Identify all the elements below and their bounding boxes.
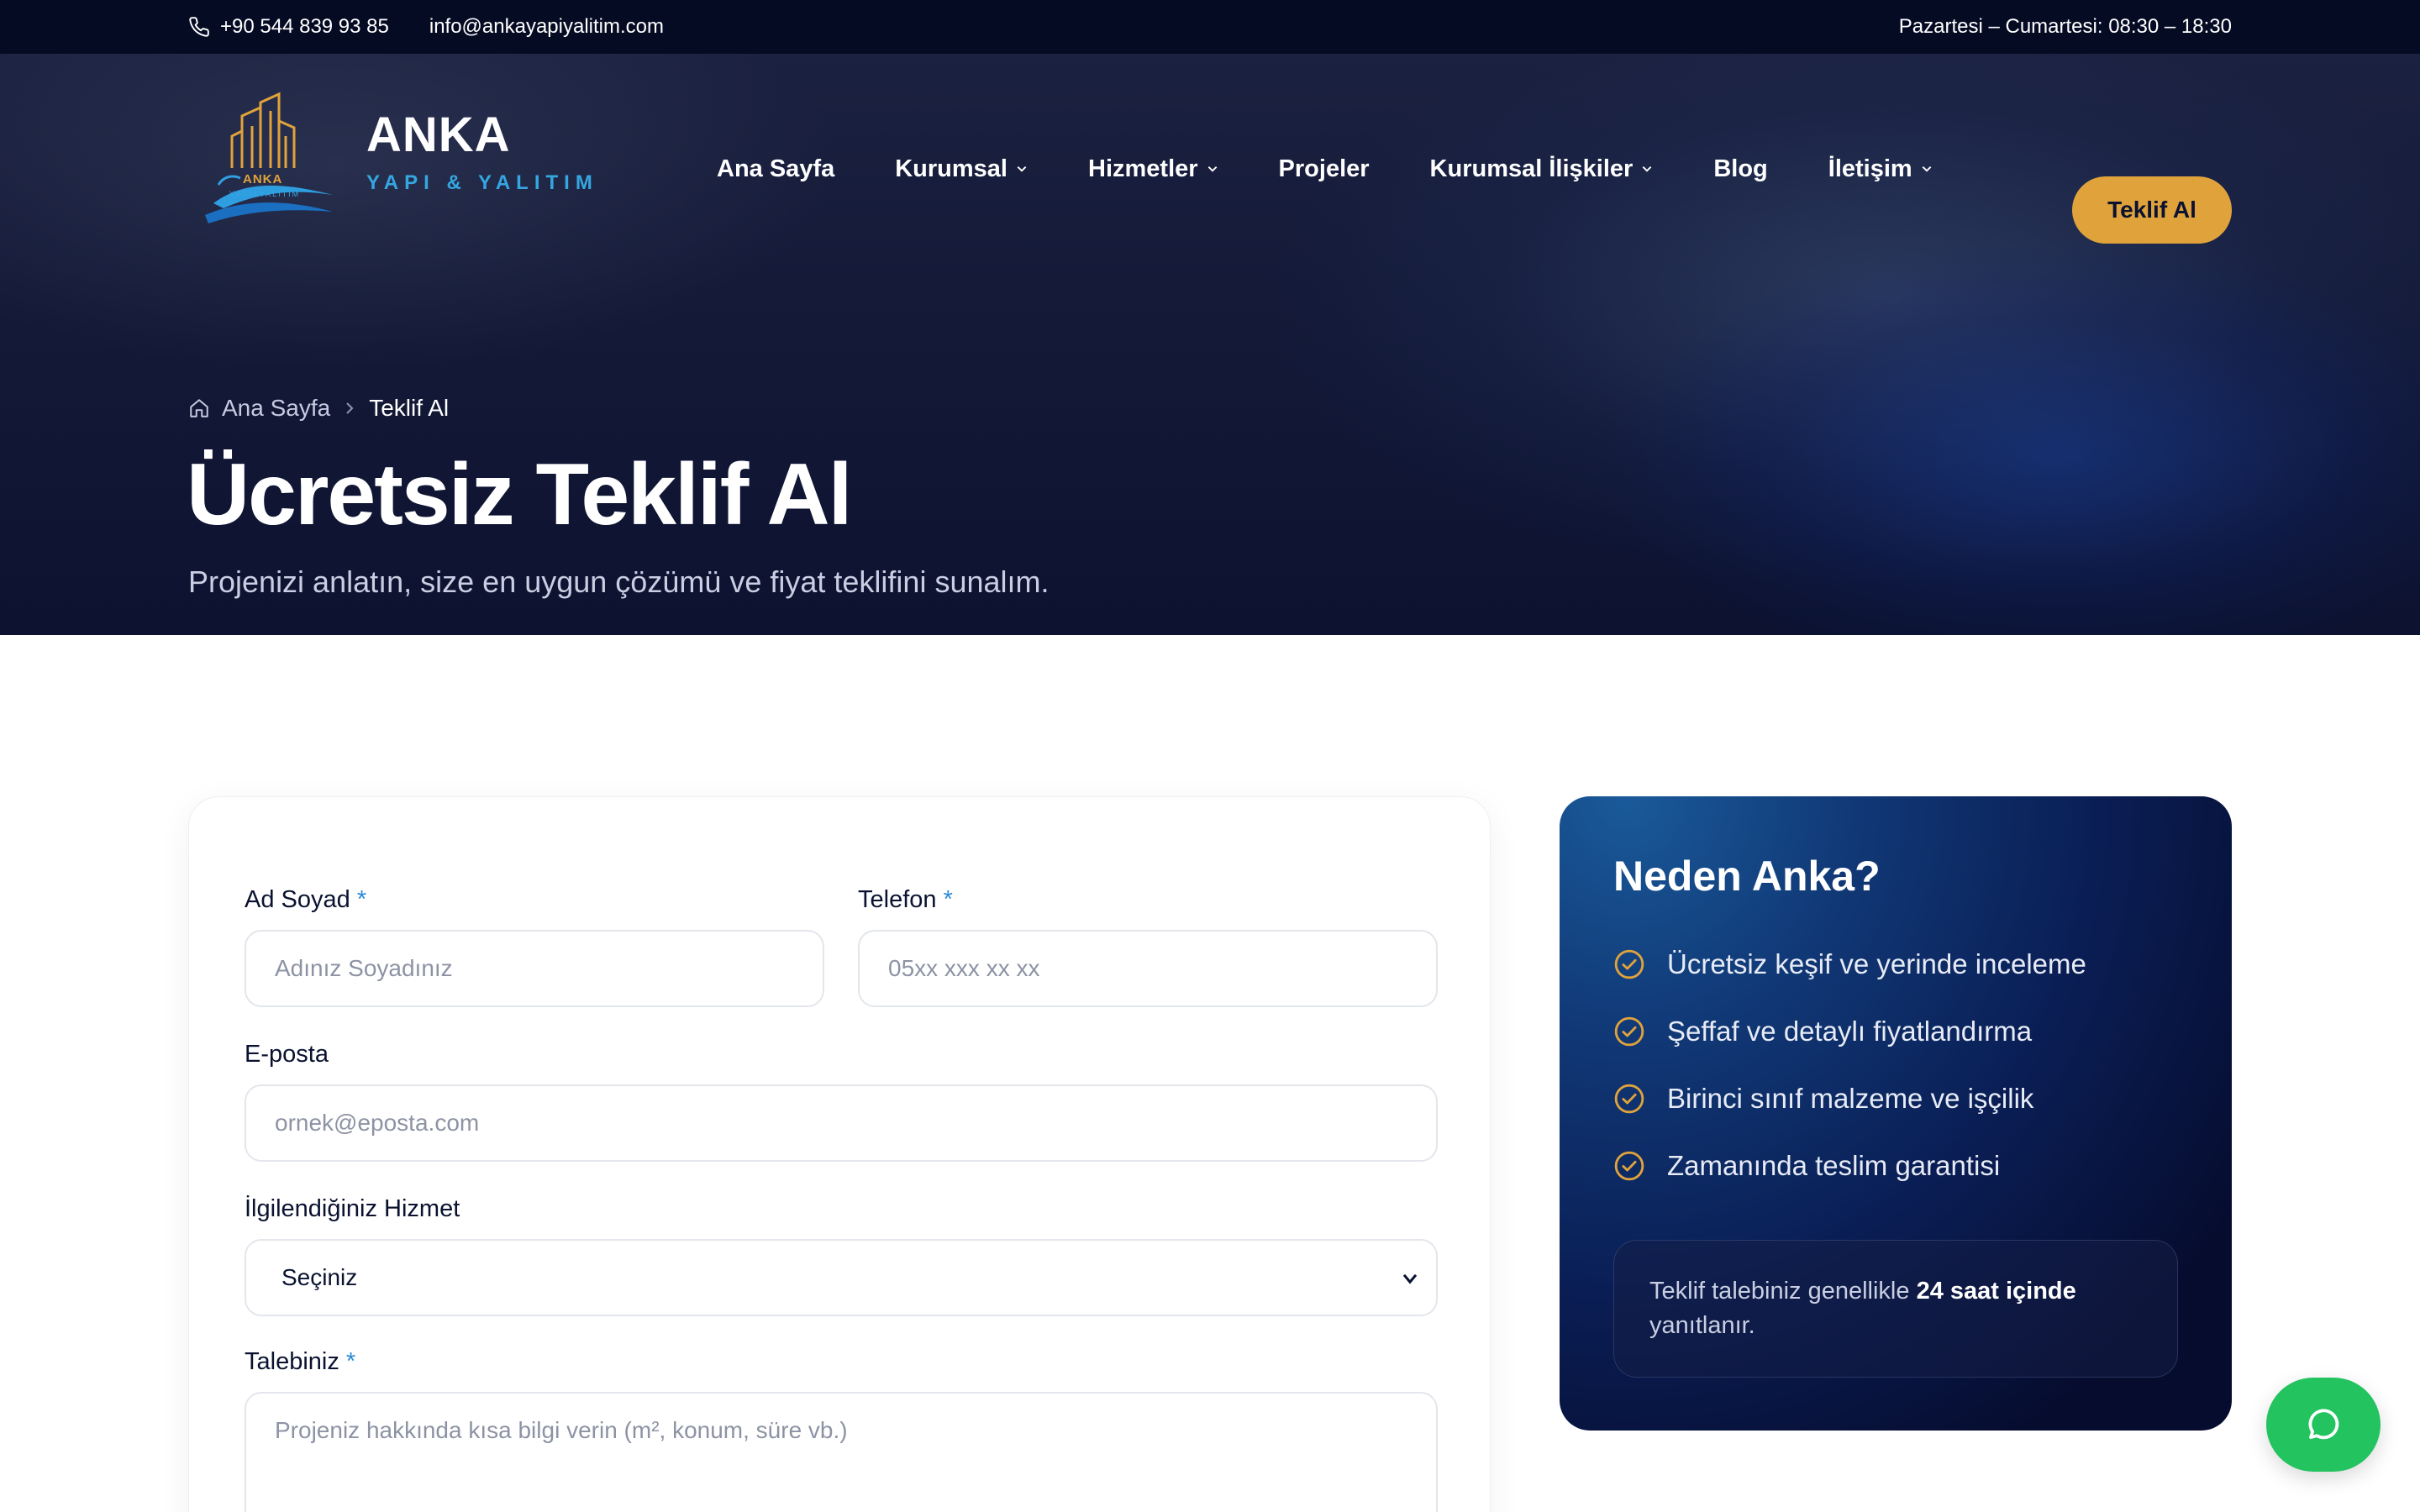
- page-title: Ücretsiz Teklif Al: [187, 446, 852, 543]
- why-title: Neden Anka?: [1613, 853, 1881, 900]
- check-circle-icon: [1614, 949, 1644, 979]
- phone-label: Telefon *: [858, 886, 953, 914]
- benefit-item: Zamanında teslim garantisi: [1613, 1132, 2086, 1200]
- topbar-phone-text: +90 544 839 93 85: [220, 15, 389, 38]
- service-select[interactable]: Seçiniz: [245, 1239, 1438, 1316]
- nav-item-label: Projeler: [1278, 155, 1370, 182]
- top-bar: +90 544 839 93 85 info@ankayapiyalitim.c…: [0, 0, 2420, 54]
- hero-section: ANKA YAPI&YALITIM ANKA YAPI & YALITIM An…: [0, 54, 2420, 635]
- benefit-item: Birinci sınıf malzeme ve işçilik: [1613, 1065, 2086, 1132]
- teklif-al-button[interactable]: Teklif Al: [2072, 176, 2232, 244]
- chevron-down-icon: [1643, 166, 1652, 172]
- logo-tagline: YAPI & YALITIM: [366, 171, 598, 194]
- benefit-item: Ücretsiz keşif ve yerinde inceleme: [1613, 931, 2086, 998]
- request-textarea[interactable]: Projeniz hakkında kısa bilgi verin (m², …: [245, 1392, 1438, 1512]
- nav-item-label: Kurumsal İlişkiler: [1429, 155, 1634, 182]
- service-label: İlgilendiğiniz Hizmet: [245, 1195, 460, 1223]
- main-nav: Ana Sayfa Kurumsal Hizmetler Projeler Ku…: [717, 108, 1993, 230]
- nav-item-projeler[interactable]: Projeler: [1279, 155, 1370, 183]
- email-label: E-posta: [245, 1041, 329, 1068]
- chevron-right-icon: [346, 402, 354, 414]
- check-circle-icon: [1614, 1016, 1644, 1047]
- phone-placeholder: 05xx xxx xx xx: [888, 955, 1040, 981]
- chevron-down-icon: [1017, 166, 1027, 172]
- building-wave-icon: [205, 92, 333, 223]
- logo-emblem-text: ANKA: [243, 172, 283, 186]
- site-logo[interactable]: ANKA YAPI&YALITIM ANKA YAPI & YALITIM: [198, 77, 598, 228]
- response-time-note: Teklif talebiniz genellikle 24 saat için…: [1613, 1240, 2178, 1378]
- why-anka-card: Neden Anka? Ücretsiz keşif ve yerinde in…: [1560, 796, 2232, 1431]
- required-mark: *: [943, 886, 953, 913]
- logo-emblem: ANKA YAPI&YALITIM: [198, 77, 333, 228]
- topbar-phone[interactable]: +90 544 839 93 85: [188, 15, 389, 39]
- email-input[interactable]: ornek@eposta.com: [245, 1084, 1438, 1162]
- benefit-list: Ücretsiz keşif ve yerinde inceleme Şeffa…: [1613, 931, 2086, 1200]
- name-input[interactable]: Adınız Soyadınız: [245, 930, 824, 1007]
- chevron-down-icon: [1922, 166, 1932, 172]
- phone-label-text: Telefon: [858, 886, 937, 913]
- topbar-email[interactable]: info@ankayapiyalitim.com: [429, 15, 664, 39]
- page-subtitle: Projenizi anlatın, size en uygun çözümü …: [188, 564, 1050, 599]
- nav-item-ana-sayfa[interactable]: Ana Sayfa: [717, 155, 834, 183]
- benefit-text: Zamanında teslim garantisi: [1667, 1150, 2001, 1181]
- name-label-text: Ad Soyad: [245, 886, 350, 913]
- breadcrumb-current: Teklif Al: [369, 395, 450, 421]
- nav-item-blog[interactable]: Blog: [1713, 155, 1767, 183]
- nav-item-label: Hizmetler: [1088, 155, 1198, 182]
- chat-bubble-icon: [2308, 1409, 2339, 1440]
- breadcrumb-home-link[interactable]: Ana Sayfa: [222, 395, 330, 422]
- benefit-item: Şeffaf ve detaylı fiyatlandırma: [1613, 998, 2086, 1065]
- note-highlight: 24 saat içinde: [1916, 1278, 2076, 1305]
- nav-item-kurumsal-iliskiler[interactable]: Kurumsal İlişkiler: [1430, 155, 1654, 183]
- chevron-down-icon: [1402, 1273, 1418, 1284]
- whatsapp-chat-button[interactable]: [2266, 1378, 2381, 1472]
- nav-item-label: İletişim: [1828, 155, 1912, 182]
- service-label-text: İlgilendiğiniz Hizmet: [245, 1195, 460, 1222]
- benefit-text: Birinci sınıf malzeme ve işçilik: [1667, 1083, 2034, 1114]
- required-mark: *: [345, 1348, 356, 1375]
- nav-item-hizmetler[interactable]: Hizmetler: [1088, 155, 1218, 183]
- required-mark: *: [356, 886, 367, 913]
- benefit-text: Şeffaf ve detaylı fiyatlandırma: [1667, 1016, 2033, 1047]
- phone-icon: [189, 17, 209, 37]
- email-label-text: E-posta: [245, 1041, 329, 1068]
- note-prefix: Teklif talebiniz genellikle: [1649, 1278, 1910, 1305]
- nav-item-label: Blog: [1713, 155, 1768, 182]
- topbar-email-text: info@ankayapiyalitim.com: [429, 15, 664, 38]
- home-icon: [190, 399, 208, 417]
- check-circle-icon: [1614, 1084, 1644, 1114]
- name-label: Ad Soyad *: [245, 886, 366, 914]
- nav-item-label: Ana Sayfa: [717, 155, 835, 182]
- logo-text: ANKA YAPI & YALITIM: [366, 111, 598, 195]
- request-label: Talebiniz *: [245, 1348, 355, 1376]
- topbar-hours: Pazartesi – Cumartesi: 08:30 – 18:30: [1898, 15, 2232, 38]
- email-placeholder: ornek@eposta.com: [275, 1110, 480, 1136]
- check-circle-icon: [1614, 1151, 1644, 1181]
- nav-item-label: Kurumsal: [895, 155, 1007, 182]
- breadcrumb: Ana Sayfa Teklif Al: [188, 395, 449, 422]
- nav-item-iletisim[interactable]: İletişim: [1828, 155, 1933, 183]
- chevron-down-icon: [1207, 166, 1217, 172]
- logo-emblem-subtext: YAPI&YALITIM: [229, 190, 301, 198]
- request-label-text: Talebiniz: [245, 1348, 339, 1375]
- logo-name: ANKA: [366, 108, 511, 162]
- note-suffix: yanıtlanır.: [1649, 1311, 1755, 1339]
- phone-input[interactable]: 05xx xxx xx xx: [858, 930, 1438, 1007]
- benefit-text: Ücretsiz keşif ve yerinde inceleme: [1667, 948, 2086, 979]
- service-selected-value: Seçiniz: [281, 1264, 358, 1290]
- nav-item-kurumsal[interactable]: Kurumsal: [895, 155, 1028, 183]
- name-placeholder: Adınız Soyadınız: [275, 955, 453, 981]
- quote-form: Ad Soyad * Adınız Soyadınız Telefon * 05…: [188, 796, 1491, 1512]
- request-placeholder: Projeniz hakkında kısa bilgi verin (m², …: [275, 1417, 848, 1443]
